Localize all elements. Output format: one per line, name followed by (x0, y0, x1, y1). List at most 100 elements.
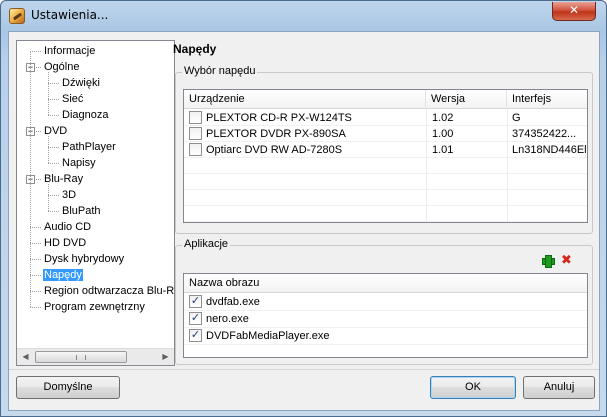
cell-interface: G (512, 112, 521, 124)
title-bar[interactable]: Ustawienia... ✕ (1, 1, 606, 31)
tree-connector (48, 184, 49, 211)
cell-device: PLEXTOR DVDR PX-890SA (206, 128, 346, 140)
cell-interface: 374352422... (512, 128, 577, 140)
tree-connector (48, 83, 59, 84)
cell-device: Optiarc DVD RW AD-7280S (206, 144, 343, 156)
tree-item[interactable]: BluPath (61, 203, 102, 219)
ok-button[interactable]: OK (430, 376, 516, 399)
applications-title: Aplikacje (182, 238, 231, 250)
tree-item[interactable]: PathPlayer (61, 139, 117, 155)
cell-version: 1.00 (432, 128, 454, 140)
applications-list-header: Nazwa obrazu (184, 274, 587, 293)
applications-list[interactable]: Nazwa obrazu ✓ dvdfab.exe ✓ nero.exe ✓ DVDFab… (183, 273, 588, 358)
divider (9, 369, 599, 370)
checkbox[interactable]: ✓ (189, 295, 202, 308)
tree-connector (30, 243, 41, 244)
drive-selection-title: Wybór napędu (182, 65, 258, 77)
tree-item[interactable]: Blu-Ray (43, 171, 84, 187)
tree-connector (48, 211, 59, 212)
applications-group: Aplikacje ✖ Nazwa obrazu ✓ dvdfab.exe ✓ ner… (175, 238, 593, 365)
tree-item[interactable]: Audio CD (43, 219, 92, 235)
cell-device: PLEXTOR CD-R PX-W124TS (206, 112, 352, 124)
tree-item[interactable]: Sieć (61, 91, 84, 107)
tree-item[interactable]: Napisy (61, 155, 97, 171)
tree-item[interactable]: Diagnoza (61, 107, 109, 123)
tree-item-label: Napędy (43, 269, 83, 281)
empty-row (184, 174, 587, 190)
tree-item[interactable]: Region odtwarzacza Blu-Ray (43, 283, 175, 299)
tree-item-label: Dźwięki (62, 77, 100, 89)
list-item[interactable]: ✓ dvdfab.exe (184, 294, 587, 311)
settings-tree[interactable]: ◀ ▶ Informacje Ogólne − Dźwięki Sieć Diagnoza… (16, 40, 175, 366)
tree-item-label: Informacje (44, 45, 96, 57)
tree-item-label: PathPlayer (62, 141, 116, 153)
tree-item[interactable]: Dysk hybrydowy (43, 251, 125, 267)
tree-item-label: Dysk hybrydowy (44, 253, 125, 265)
tree-connector (30, 307, 41, 308)
cell-version: 1.01 (432, 144, 454, 156)
tree-connector (30, 227, 41, 228)
checkbox[interactable]: ✓ (189, 329, 202, 342)
tree-connector (48, 195, 59, 196)
tree-item[interactable]: 3D (61, 187, 77, 203)
empty-row (184, 158, 587, 174)
drives-list[interactable]: Urządzenie Wersja Interfejs PLEXTOR CD-R… (183, 89, 588, 223)
checkbox[interactable] (189, 143, 202, 156)
cell-image-name: dvdfab.exe (206, 296, 260, 308)
checkbox[interactable]: ✓ (189, 312, 202, 325)
checkbox[interactable] (189, 127, 202, 140)
add-icon[interactable] (542, 255, 555, 268)
tree-connector (30, 51, 31, 307)
tree-item-label: Program zewnętrzny (44, 301, 145, 313)
cell-image-name: DVDFabMediaPlayer.exe (206, 330, 330, 342)
empty-row (184, 190, 587, 206)
scrollbar-thumb[interactable] (35, 351, 127, 363)
tree-connector (48, 163, 59, 164)
drive-selection-group: Wybór napędu Urządzenie Wersja Interfejs… (175, 65, 593, 234)
column-header-version[interactable]: Wersja (426, 90, 507, 109)
scroll-right-icon[interactable]: ▶ (157, 349, 174, 365)
tree-horizontal-scrollbar[interactable]: ◀ ▶ (17, 348, 174, 365)
tree-item-label: 3D (62, 189, 77, 201)
tree-item-label: DVD (44, 125, 68, 137)
close-button[interactable]: ✕ (552, 2, 596, 21)
tree-connector (48, 147, 59, 148)
remove-icon[interactable]: ✖ (561, 254, 572, 267)
tree-item[interactable]: HD DVD (43, 235, 87, 251)
cell-image-name: nero.exe (206, 313, 249, 325)
tree-connector (48, 99, 59, 100)
tree-connector (30, 51, 41, 52)
tree-connector (30, 275, 41, 276)
defaults-button[interactable]: Domyślne (16, 376, 120, 399)
list-item[interactable]: ✓ DVDFabMediaPlayer.exe (184, 328, 587, 345)
grip-icon (76, 355, 86, 360)
tree-item-label: Audio CD (44, 221, 92, 233)
window-title: Ustawienia... (31, 8, 109, 22)
scroll-left-icon[interactable]: ◀ (17, 349, 34, 365)
table-row[interactable]: PLEXTOR CD-R PX-W124TS 1.02 G (184, 110, 587, 126)
tree-item-label: BluPath (62, 205, 101, 217)
tree-item[interactable]: Napędy (43, 267, 83, 283)
section-title: Napędy (173, 42, 217, 56)
tree-item[interactable]: Informacje (43, 43, 96, 59)
settings-window: Ustawienia... ✕ ◀ ▶ Informacje Ogólne − Dźw… (0, 0, 607, 417)
checkbox[interactable] (189, 111, 202, 124)
empty-row (184, 206, 587, 222)
tree-item-label: Napisy (62, 157, 96, 169)
tree-item[interactable]: DVD (43, 123, 68, 139)
column-header-device[interactable]: Urządzenie (184, 90, 426, 109)
tree-item[interactable]: Dźwięki (61, 75, 101, 91)
tree-item-label: Diagnoza (62, 109, 109, 121)
tree-connector (48, 136, 49, 163)
column-header-interface[interactable]: Interfejs (507, 90, 587, 109)
cancel-button[interactable]: Anuluj (523, 376, 595, 399)
tree-connector (30, 291, 41, 292)
tree-item-label: Region odtwarzacza Blu-Ray (44, 285, 175, 297)
table-row[interactable]: PLEXTOR DVDR PX-890SA 1.00 374352422... (184, 126, 587, 142)
tree-item[interactable]: Program zewnętrzny (43, 299, 146, 315)
tree-connector (48, 72, 49, 115)
table-row[interactable]: Optiarc DVD RW AD-7280S 1.01 Ln318ND446El (184, 142, 587, 158)
column-header-image-name[interactable]: Nazwa obrazu (184, 274, 587, 293)
list-item[interactable]: ✓ nero.exe (184, 311, 587, 328)
cell-version: 1.02 (432, 112, 454, 124)
